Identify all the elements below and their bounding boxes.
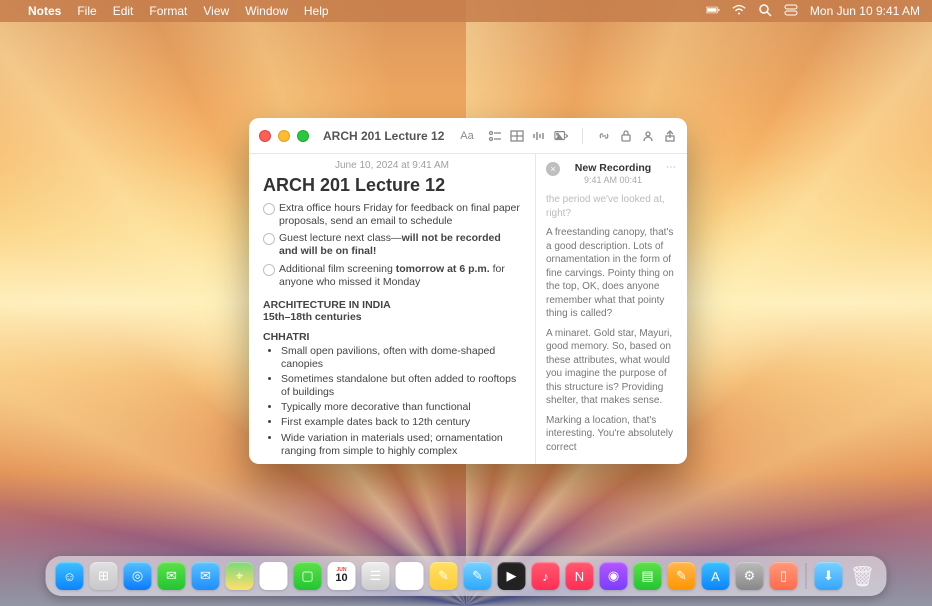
traffic-lights — [259, 130, 309, 142]
transcript[interactable]: the period we've looked at, right? A fre… — [546, 193, 677, 460]
control-center-icon[interactable] — [784, 3, 798, 20]
text: Additional film screening — [279, 263, 396, 275]
dock-app-notes[interactable]: ✎ — [430, 562, 458, 590]
recording-title: New Recording — [560, 162, 666, 174]
table-button[interactable] — [510, 129, 524, 143]
dock-app-maps[interactable]: ⌖ — [226, 562, 254, 590]
menu-file[interactable]: File — [77, 4, 96, 18]
transcript-paragraph: A minaret. Gold star, Mayuri, good memor… — [546, 327, 677, 408]
zoom-window-button[interactable] — [297, 130, 309, 142]
checklist: Extra office hours Friday for feedback o… — [263, 202, 521, 289]
dock-app-appstore[interactable]: A — [702, 562, 730, 590]
audio-button[interactable] — [532, 129, 546, 143]
media-button[interactable] — [554, 129, 568, 143]
list-item: Typically more decorative than functiona… — [281, 401, 521, 414]
spotlight-icon[interactable] — [758, 3, 772, 20]
recording-subtitle: 9:41 AM 00:41 — [560, 175, 666, 185]
dock-trash[interactable]: 🗑 — [849, 562, 877, 590]
toolbar-separator — [582, 128, 583, 144]
minimize-window-button[interactable] — [278, 130, 290, 142]
transcript-paragraph: A freestanding canopy, that's a good des… — [546, 226, 677, 321]
menu-window[interactable]: Window — [245, 4, 288, 18]
dock-app-messages[interactable]: ✉ — [158, 562, 186, 590]
dock-separator — [806, 563, 807, 589]
bullet-list: Small open pavilions, often with dome-sh… — [263, 345, 521, 458]
checklist-button[interactable] — [488, 129, 502, 143]
dock-app-tv[interactable]: ▶ — [498, 562, 526, 590]
text: Extra office hours Friday for feedback o… — [279, 202, 520, 227]
section-heading: ARCHITECTURE IN INDIA — [263, 299, 521, 311]
transcript-line: the period we've looked at, right? — [546, 193, 677, 220]
checklist-item[interactable]: Additional film screening tomorrow at 6 … — [263, 263, 521, 289]
list-item: Sometimes standalone but often added to … — [281, 373, 521, 399]
list-item: First example dates back to 12th century — [281, 416, 521, 429]
app-menu[interactable]: Notes — [28, 4, 61, 18]
note-timestamp: June 10, 2024 at 9:41 AM — [263, 160, 521, 171]
recording-menu-button[interactable]: ⋯ — [666, 162, 677, 173]
dock-app-facetime[interactable]: ▢ — [294, 562, 322, 590]
link-button[interactable] — [597, 129, 611, 143]
menu-help[interactable]: Help — [304, 4, 329, 18]
share-button[interactable] — [663, 129, 677, 143]
close-window-button[interactable] — [259, 130, 271, 142]
dock-app-podcasts[interactable]: ◉ — [600, 562, 628, 590]
dock-app-mail[interactable]: ✉ — [192, 562, 220, 590]
note-body[interactable]: June 10, 2024 at 9:41 AM ARCH 201 Lectur… — [249, 154, 535, 464]
menu-datetime[interactable]: Mon Jun 10 9:41 AM — [810, 4, 920, 18]
wifi-icon[interactable] — [732, 3, 746, 20]
checklist-item[interactable]: Extra office hours Friday for feedback o… — [263, 202, 521, 228]
dock-app-finder[interactable]: ☺ — [56, 562, 84, 590]
transcript-paragraph: Marking a location, that's interesting. … — [546, 414, 677, 455]
dock-app-iphone[interactable]: ▯ — [770, 562, 798, 590]
menu-bar: Notes File Edit Format View Window Help … — [0, 0, 932, 22]
list-item: Wide variation in materials used; orname… — [281, 432, 521, 458]
collaborate-button[interactable] — [641, 129, 655, 143]
dock: ☺⊞◎✉✉⌖✿▢JUN10☰☰✎✎▶♪N◉▤✎A⚙▯⬇🗑 — [46, 556, 887, 596]
dock-app-contacts[interactable]: ☰ — [362, 562, 390, 590]
checklist-item[interactable]: Guest lecture next class—will not be rec… — [263, 232, 521, 258]
battery-icon[interactable] — [706, 3, 720, 20]
close-panel-button[interactable]: × — [546, 162, 560, 176]
dock-app-settings[interactable]: ⚙ — [736, 562, 764, 590]
titlebar: ARCH 201 Lecture 12 Aa — [249, 118, 687, 154]
dock-app-photos[interactable]: ✿ — [260, 562, 288, 590]
menu-format[interactable]: Format — [149, 4, 187, 18]
notes-window: ARCH 201 Lecture 12 Aa June 10, 2024 at … — [249, 118, 687, 464]
format-button[interactable]: Aa — [460, 129, 474, 143]
menu-edit[interactable]: Edit — [113, 4, 134, 18]
section-subheading: 15th–18th centuries — [263, 311, 521, 323]
menu-view[interactable]: View — [203, 4, 229, 18]
list-item: Small open pavilions, often with dome-sh… — [281, 345, 521, 371]
toolbar: Aa — [460, 128, 677, 144]
note-title: ARCH 201 Lecture 12 — [263, 175, 521, 196]
text-bold: tomorrow at 6 p.m. — [396, 263, 490, 275]
sub-heading: CHHATRI — [263, 331, 521, 343]
recording-panel: × New Recording 9:41 AM 00:41 ⋯ the peri… — [535, 154, 687, 464]
dock-app-music[interactable]: ♪ — [532, 562, 560, 590]
dock-app-freeform[interactable]: ✎ — [464, 562, 492, 590]
dock-app-reminders[interactable]: ☰ — [396, 562, 424, 590]
dock-app-safari[interactable]: ◎ — [124, 562, 152, 590]
lock-button[interactable] — [619, 129, 633, 143]
dock-app-news[interactable]: N — [566, 562, 594, 590]
dock-downloads[interactable]: ⬇ — [815, 562, 843, 590]
dock-app-calendar[interactable]: JUN10 — [328, 562, 356, 590]
text: Guest lecture next class— — [279, 232, 402, 244]
window-title: ARCH 201 Lecture 12 — [323, 129, 444, 143]
dock-app-pages[interactable]: ✎ — [668, 562, 696, 590]
dock-app-numbers[interactable]: ▤ — [634, 562, 662, 590]
dock-app-launchpad[interactable]: ⊞ — [90, 562, 118, 590]
